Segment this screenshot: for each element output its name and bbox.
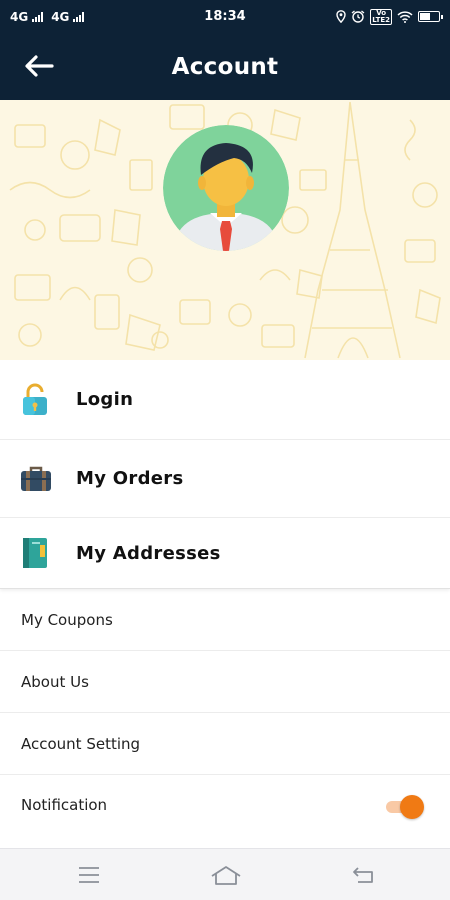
menu-item-notification: Notification bbox=[0, 775, 450, 835]
account-menu: Login My Orders My Addresses My Coupons … bbox=[0, 360, 450, 835]
menu-item-about-us[interactable]: About Us bbox=[0, 651, 450, 713]
menu-icon bbox=[79, 867, 99, 883]
alarm-icon bbox=[351, 10, 365, 23]
avatar[interactable] bbox=[163, 125, 289, 251]
menu-item-account-setting[interactable]: Account Setting bbox=[0, 713, 450, 775]
menu-item-label: My Coupons bbox=[21, 610, 113, 629]
nav-home-button[interactable] bbox=[210, 862, 242, 888]
briefcase-icon bbox=[0, 465, 76, 493]
nav-back-button[interactable] bbox=[350, 862, 378, 888]
back-icon bbox=[353, 867, 373, 883]
battery-icon bbox=[418, 11, 443, 22]
menu-item-my-orders[interactable]: My Orders bbox=[0, 440, 450, 518]
notification-toggle[interactable] bbox=[386, 795, 424, 819]
system-nav-bar bbox=[0, 848, 450, 900]
page-title: Account bbox=[171, 53, 279, 80]
menu-item-label: My Orders bbox=[76, 468, 184, 489]
padlock-icon bbox=[0, 383, 76, 417]
network-label-2: 4G bbox=[51, 9, 70, 24]
volte-icon: Vo LTE2 bbox=[370, 8, 392, 25]
network-indicators: 4G 4G bbox=[10, 9, 85, 24]
status-bar: 4G 4G 18:34 Vo LTE2 bbox=[0, 0, 450, 33]
menu-item-login[interactable]: Login bbox=[0, 360, 450, 440]
menu-item-label: Account Setting bbox=[21, 734, 141, 753]
toggle-knob bbox=[400, 795, 424, 819]
menu-item-label: About Us bbox=[21, 672, 89, 691]
profile-header bbox=[0, 100, 450, 360]
menu-item-label: Login bbox=[76, 389, 134, 410]
home-icon bbox=[211, 866, 241, 885]
address-book-icon bbox=[0, 536, 76, 570]
menu-item-label: Notification bbox=[21, 796, 108, 814]
location-icon bbox=[336, 10, 346, 23]
nav-menu-button[interactable] bbox=[75, 862, 103, 888]
network-label-1: 4G bbox=[10, 9, 29, 24]
app-bar: Account bbox=[0, 33, 450, 100]
arrow-left-icon bbox=[25, 55, 54, 77]
volte-bottom-label: LTE2 bbox=[372, 15, 390, 24]
menu-item-my-coupons[interactable]: My Coupons bbox=[0, 589, 450, 651]
back-button[interactable] bbox=[22, 51, 56, 81]
menu-item-my-addresses[interactable]: My Addresses bbox=[0, 518, 450, 589]
wifi-icon bbox=[397, 10, 413, 23]
menu-item-label: My Addresses bbox=[76, 542, 221, 564]
system-indicators: Vo LTE2 bbox=[336, 8, 443, 25]
signal-icon bbox=[73, 11, 85, 22]
signal-icon bbox=[32, 11, 44, 22]
